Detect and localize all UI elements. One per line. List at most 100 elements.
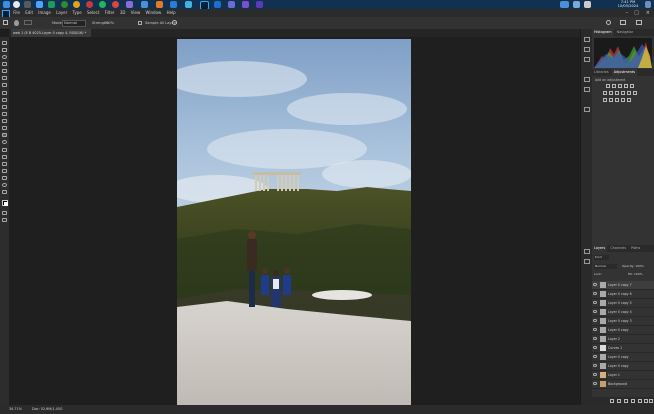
color-panel-icon[interactable] xyxy=(584,57,590,62)
visibility-eye-icon[interactable] xyxy=(593,292,597,295)
gradient-map-adjustment-icon[interactable] xyxy=(621,98,625,102)
sample-all-layers-checkbox[interactable] xyxy=(138,21,142,25)
channel-mixer-adjustment-icon[interactable] xyxy=(627,91,631,95)
menu-type[interactable]: Type xyxy=(73,9,82,17)
spotify-icon[interactable] xyxy=(99,1,106,8)
menu-image[interactable]: Image xyxy=(38,9,51,17)
app-icon[interactable] xyxy=(13,1,20,8)
visibility-eye-icon[interactable] xyxy=(593,301,597,304)
visibility-eye-icon[interactable] xyxy=(593,310,597,313)
layer-row[interactable]: Layer 0 copy 5 xyxy=(592,299,654,308)
app-icon[interactable] xyxy=(170,1,177,8)
xbox-icon[interactable] xyxy=(61,1,68,8)
menu-file[interactable]: File xyxy=(13,9,20,17)
share-icon[interactable] xyxy=(636,20,642,25)
quick-select-tool-icon[interactable] xyxy=(2,62,7,66)
eyedropper-tool-icon[interactable] xyxy=(2,83,7,87)
pressure-icon[interactable] xyxy=(172,20,177,25)
layer-row[interactable]: Layer 0 copy 7 xyxy=(592,281,654,290)
app-icon[interactable] xyxy=(242,1,249,8)
tray-icon[interactable] xyxy=(573,1,580,8)
visibility-eye-icon[interactable] xyxy=(593,319,597,322)
maximize-icon[interactable]: □ xyxy=(634,9,639,17)
curves-adjustment-icon[interactable] xyxy=(618,84,622,88)
app-icon[interactable] xyxy=(141,1,148,8)
blur-tool-icon[interactable] xyxy=(14,20,19,26)
menu-filter[interactable]: Filter xyxy=(105,9,115,17)
new-group-icon[interactable] xyxy=(638,399,642,403)
tray-icon[interactable] xyxy=(584,1,591,8)
exposure-adjustment-icon[interactable] xyxy=(624,84,628,88)
app-icon[interactable] xyxy=(24,1,31,8)
eraser-tool-icon[interactable] xyxy=(2,119,7,123)
move-tool-icon[interactable] xyxy=(2,41,7,45)
home-icon[interactable] xyxy=(3,20,8,25)
crop-tool-icon[interactable] xyxy=(2,69,7,73)
zoom-tool-icon[interactable] xyxy=(2,183,7,187)
search-icon[interactable] xyxy=(606,20,611,25)
more-tools-icon[interactable] xyxy=(2,190,7,194)
visibility-eye-icon[interactable] xyxy=(593,346,597,349)
add-mask-icon[interactable] xyxy=(624,399,628,403)
visibility-eye-icon[interactable] xyxy=(593,373,597,376)
menu-edit[interactable]: Edit xyxy=(25,9,33,17)
menu-select[interactable]: Select xyxy=(87,9,99,17)
history-brush-tool-icon[interactable] xyxy=(2,112,7,116)
layer-row[interactable]: Layer 0 copy xyxy=(592,362,654,371)
color-lookup-adjustment-icon[interactable] xyxy=(633,91,637,95)
levels-adjustment-icon[interactable] xyxy=(612,84,616,88)
vibrance-adjustment-icon[interactable] xyxy=(630,84,634,88)
workspace-icon[interactable] xyxy=(620,20,626,25)
minimize-icon[interactable]: – xyxy=(626,9,629,17)
pen-tool-icon[interactable] xyxy=(2,148,7,152)
tab-paths[interactable]: Paths xyxy=(629,245,642,252)
layer-style-icon[interactable] xyxy=(617,399,621,403)
frame-tool-icon[interactable] xyxy=(2,76,7,80)
healing-brush-tool-icon[interactable] xyxy=(2,91,7,95)
app-icon[interactable] xyxy=(48,1,55,8)
hue-adjustment-icon[interactable] xyxy=(603,91,607,95)
path-selection-tool-icon[interactable] xyxy=(2,162,7,166)
layer-row[interactable]: Layer 0 copy 4 xyxy=(592,308,654,317)
selective-color-adjustment-icon[interactable] xyxy=(627,98,631,102)
canvas-area[interactable] xyxy=(9,37,580,408)
fill-field[interactable]: Fill: 100% xyxy=(628,272,643,277)
layer-row[interactable]: Curves 1 xyxy=(592,344,654,353)
shield-icon[interactable] xyxy=(36,1,43,8)
layer-filter-kind[interactable]: Kind xyxy=(594,255,609,260)
opacity-field[interactable]: Opacity: 100% xyxy=(622,264,644,269)
close-icon[interactable]: × xyxy=(646,9,650,17)
blend-mode-select[interactable]: Normal xyxy=(594,264,617,269)
notification-icon[interactable] xyxy=(645,1,651,8)
chrome-icon[interactable] xyxy=(73,1,80,8)
blur-tool-icon[interactable] xyxy=(2,133,7,137)
brush-tool-icon[interactable] xyxy=(2,98,7,102)
lasso-tool-icon[interactable] xyxy=(2,55,7,59)
app-icon[interactable] xyxy=(112,1,119,8)
background-color-swatch[interactable] xyxy=(4,202,8,206)
history-panel-icon[interactable] xyxy=(584,37,590,42)
start-icon[interactable] xyxy=(3,1,10,8)
visibility-eye-icon[interactable] xyxy=(593,283,597,286)
brush-preset-picker[interactable] xyxy=(24,20,32,25)
layer-row[interactable]: Layer 0 copy 6 xyxy=(592,290,654,299)
paragraph-panel-icon[interactable] xyxy=(584,87,590,92)
taskbar-clock[interactable]: 7:41 PM 10/05/2024 xyxy=(616,0,640,8)
tray-icon[interactable] xyxy=(560,1,569,8)
visibility-eye-icon[interactable] xyxy=(593,355,597,358)
tab-layers[interactable]: Layers xyxy=(592,245,608,252)
new-layer-icon[interactable] xyxy=(644,399,648,403)
layer-row[interactable]: Background xyxy=(592,380,654,389)
tab-navigator[interactable]: Navigator xyxy=(615,29,636,36)
tab-adjustments[interactable]: Adjustments xyxy=(611,69,637,76)
properties-panel-icon[interactable] xyxy=(584,47,590,52)
character-panel-icon[interactable] xyxy=(584,77,590,82)
app-icon[interactable] xyxy=(185,1,192,8)
document-size[interactable]: Doc: 52.6M/1.45G xyxy=(32,405,63,414)
posterize-adjustment-icon[interactable] xyxy=(609,98,613,102)
gradient-tool-icon[interactable] xyxy=(2,126,7,130)
menu-view[interactable]: View xyxy=(131,9,141,17)
invert-adjustment-icon[interactable] xyxy=(603,98,607,102)
app-icon[interactable] xyxy=(156,1,163,8)
app-icon[interactable] xyxy=(86,1,93,8)
